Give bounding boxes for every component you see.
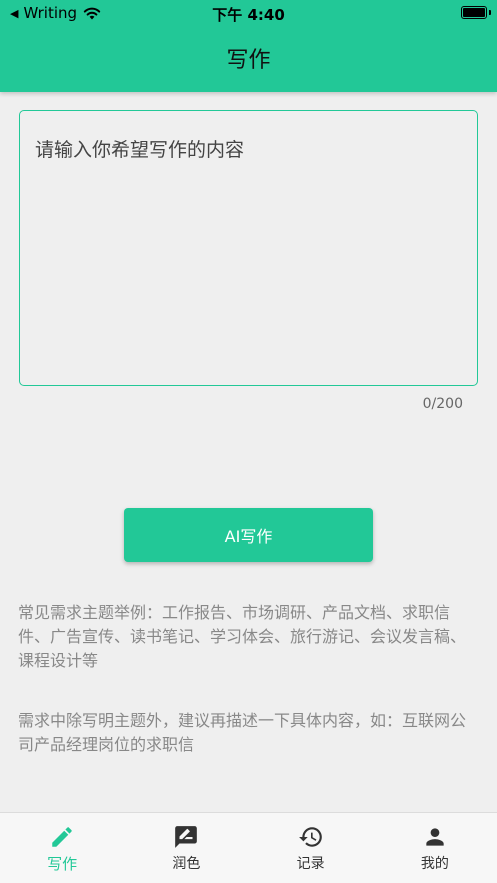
- person-icon: [426, 828, 444, 846]
- tab-write[interactable]: 写作: [0, 813, 124, 883]
- ai-write-button[interactable]: AI写作: [124, 508, 373, 562]
- tab-polish[interactable]: 润色: [124, 813, 248, 883]
- tab-mine-label: 我的: [420, 856, 449, 872]
- writing-screen: ◀ Writing 下午 4:40 写作 0/200 AI写作 常见需求主题举例…: [0, 0, 497, 883]
- edit-note-icon: [175, 826, 198, 848]
- content-input-box: [19, 110, 478, 386]
- tab-write-label: 写作: [47, 855, 78, 873]
- tab-mine[interactable]: 我的: [373, 813, 497, 883]
- tab-history-label: 记录: [296, 856, 325, 872]
- examples-hint: 常见需求主题举例：工作报告、市场调研、产品文档、求职信件、广告宣传、读书笔记、学…: [18, 603, 467, 670]
- status-bar: ◀ Writing 下午 4:40: [0, 0, 497, 26]
- tab-polish-label: 润色: [172, 856, 201, 872]
- char-counter: 0/200: [422, 396, 463, 412]
- battery-icon: [461, 6, 487, 19]
- suggestion-hint: 需求中除写明主题外，建议再描述一下具体内容，如：互联网公司产品经理岗位的求职信: [18, 711, 467, 754]
- page-title: 写作: [226, 48, 271, 73]
- tab-history[interactable]: 记录: [249, 813, 373, 883]
- history-icon: [298, 827, 322, 847]
- status-time: 下午 4:40: [212, 6, 285, 24]
- bottom-tab-bar: 写作 润色 记录 我的: [0, 812, 497, 883]
- app-header: ◀ Writing 下午 4:40 写作: [0, 0, 497, 92]
- content-input[interactable]: [20, 111, 477, 385]
- pencil-icon: [52, 827, 72, 847]
